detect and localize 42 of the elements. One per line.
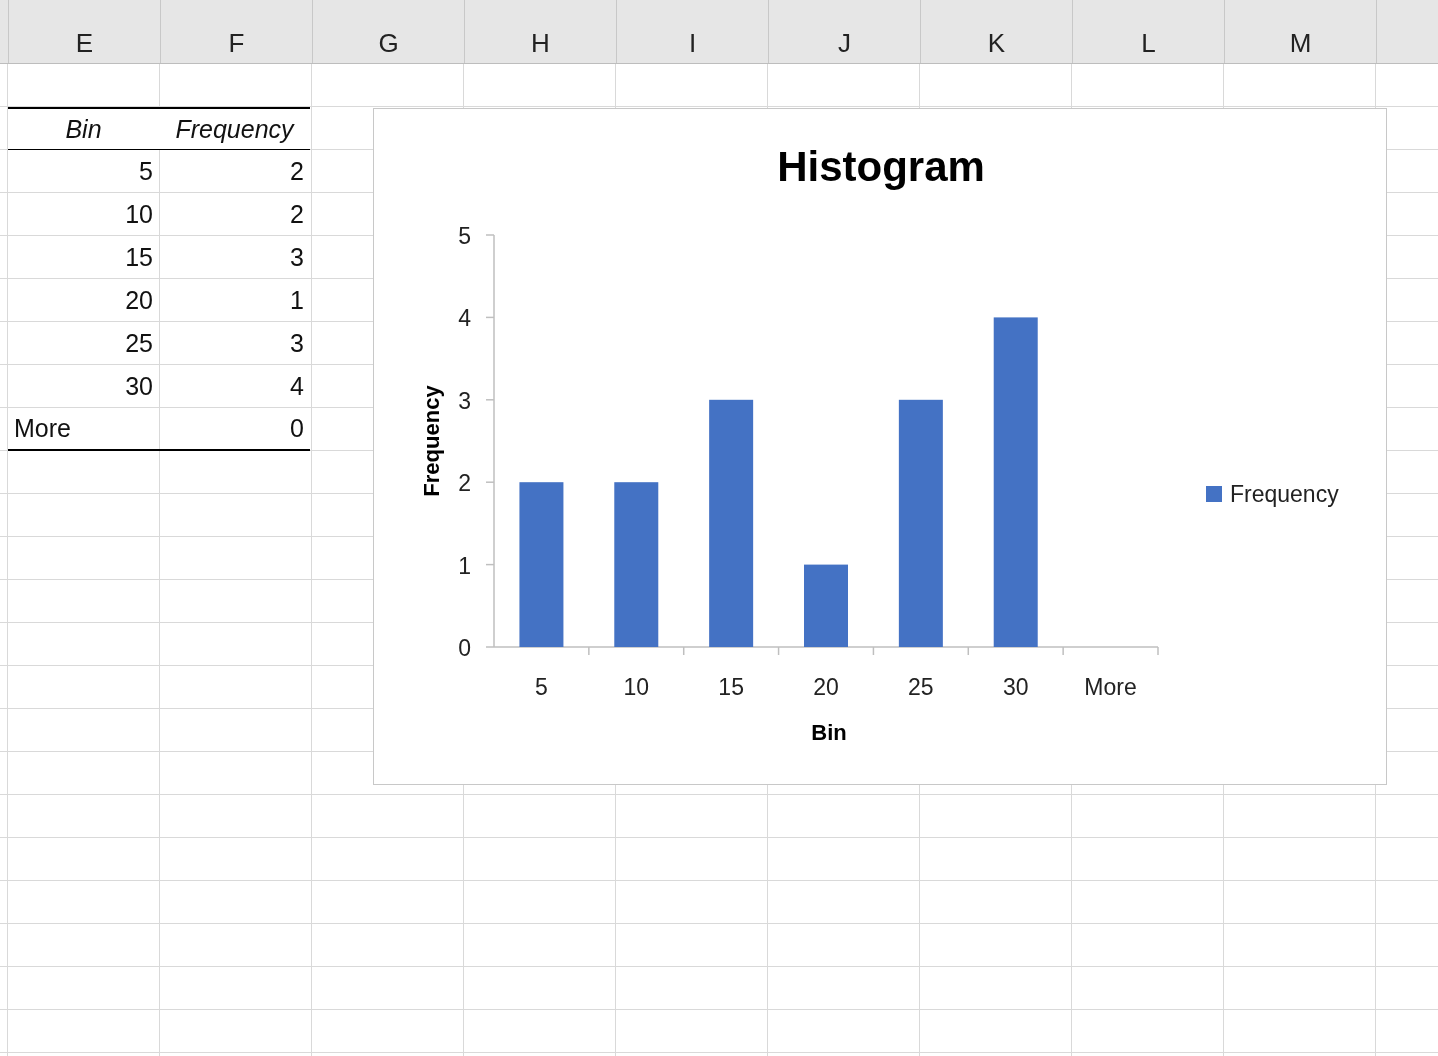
table-cell-text: 20 [124,284,154,316]
table-header-cell-text: Bin [64,113,103,145]
table-cell: 3 [159,236,310,278]
table-cell-text: 10 [124,198,154,230]
chart-title: Histogram [777,143,985,190]
x-tick-label: 15 [718,674,744,700]
column-header[interactable]: M [1225,0,1377,63]
legend-label: Frequency [1230,481,1339,507]
table-cell: 3 [159,322,310,364]
y-tick-label: 2 [458,470,471,497]
y-tick-label: 4 [458,305,471,332]
y-tick-label: 5 [458,223,471,249]
column-header[interactable]: K [921,0,1073,63]
y-tick-label: 1 [458,552,471,579]
table-cell-text: More [13,413,72,444]
column-header[interactable]: L [1073,0,1225,63]
column-header[interactable]: J [769,0,921,63]
table-cell: 2 [159,193,310,235]
column-header[interactable]: F [161,0,313,63]
y-tick-label: 3 [458,387,471,414]
column-header[interactable]: H [465,0,617,63]
table-cell: 1 [159,279,310,321]
column-header[interactable]: I [617,0,769,63]
x-tick-label: 20 [813,674,839,700]
y-axis-title: Frequency [419,385,444,497]
y-tick-label: 0 [458,635,471,661]
x-tick-label: 30 [1002,674,1029,700]
table-cell-text: 5 [138,155,154,187]
column-header[interactable]: G [313,0,465,63]
x-axis-title: Bin [811,720,847,745]
table-cell-text: 30 [124,370,154,402]
table-cell-text: 25 [124,327,154,359]
x-tick-label: 25 [908,674,934,700]
table-header-cell-text: Frequency [174,113,296,145]
table-cell-text: 15 [124,241,154,273]
x-tick-label: 5 [535,674,548,700]
column-header[interactable]: E [9,0,161,63]
x-tick-label: 10 [623,674,650,700]
table-cell: 2 [159,150,310,192]
table-cell: 4 [159,365,310,407]
x-tick-label: More [1084,674,1137,700]
table-cell: 0 [159,408,310,449]
